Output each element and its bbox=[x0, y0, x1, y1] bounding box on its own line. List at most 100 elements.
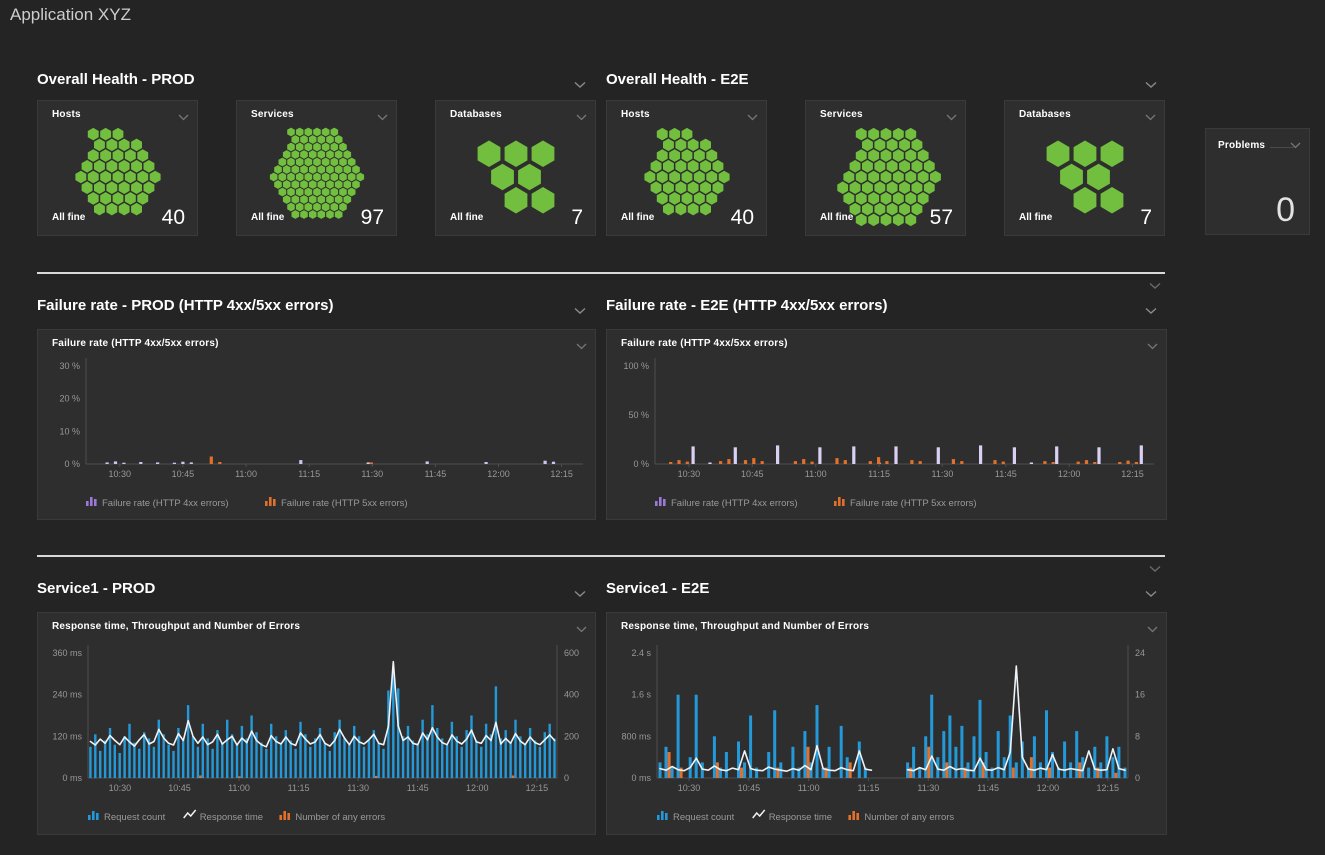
chart-tile-service1-e2e[interactable]: 0 ms800 ms1.6 s2.4 s08162410:3010:4511:0… bbox=[606, 612, 1167, 835]
chevron-down-icon[interactable] bbox=[1149, 560, 1161, 578]
y-axis-label: 240 ms bbox=[52, 690, 82, 700]
legend-item[interactable]: Failure rate (HTTP 5xx errors) bbox=[265, 497, 408, 509]
section-header-service1-e2e: Service1 - E2E bbox=[606, 580, 1167, 602]
chevron-down-icon[interactable] bbox=[946, 108, 957, 126]
series-bars-failure-rate-http-5xx-errors- bbox=[669, 457, 1138, 464]
x-axis-label: 11:30 bbox=[931, 469, 953, 479]
chevron-down-icon[interactable] bbox=[576, 620, 587, 638]
health-tile-services[interactable]: ServicesAll fine57 bbox=[805, 100, 966, 236]
x-axis-label: 10:45 bbox=[168, 783, 191, 793]
chevron-down-icon[interactable] bbox=[747, 108, 758, 126]
x-axis-label: 11:15 bbox=[858, 783, 880, 793]
all-fine-label: All fine bbox=[251, 212, 284, 223]
y-axis-label: 0 % bbox=[633, 459, 649, 469]
tile-count: 57 bbox=[930, 206, 953, 230]
chevron-down-icon[interactable] bbox=[1145, 108, 1156, 126]
y-axis-label: 0 bbox=[564, 773, 569, 783]
x-axis-label: 12:15 bbox=[550, 469, 573, 479]
chevron-down-icon[interactable] bbox=[1147, 620, 1158, 638]
series-bars-failure-rate-http-4xx-errors- bbox=[692, 445, 1143, 464]
chevron-down-icon[interactable] bbox=[574, 302, 586, 320]
chevron-down-icon[interactable] bbox=[576, 337, 587, 355]
tile-title: Databases bbox=[450, 109, 502, 120]
legend-label: Number of any errors bbox=[864, 812, 954, 823]
x-axis-label: 11:15 bbox=[298, 469, 320, 479]
y-axis-label: 8 bbox=[1135, 731, 1140, 741]
chevron-down-icon[interactable] bbox=[1290, 136, 1301, 154]
dashboard: Application XYZ Overall Health - PROD Ov… bbox=[0, 0, 1325, 855]
chart-canvas: 0 %10 %20 %30 %10:3010:4511:0011:1511:30… bbox=[38, 330, 597, 521]
divider bbox=[37, 555, 1165, 557]
y-axis-label: 20 % bbox=[59, 394, 80, 404]
y-axis-label: 0 bbox=[1135, 773, 1140, 783]
all-fine-label: All fine bbox=[1019, 212, 1052, 223]
problems-title: Problems bbox=[1218, 140, 1265, 151]
section-header-overall-health-e2e: Overall Health - E2E bbox=[606, 71, 1167, 93]
chevron-down-icon[interactable] bbox=[1145, 585, 1157, 603]
x-axis-label: 12:00 bbox=[1058, 469, 1081, 479]
legend-label: Number of any errors bbox=[295, 812, 385, 823]
chevron-down-icon[interactable] bbox=[576, 108, 587, 126]
y-axis-label: 0 ms bbox=[62, 773, 82, 783]
chevron-down-icon[interactable] bbox=[574, 76, 586, 94]
tile-title: Hosts bbox=[621, 109, 650, 120]
legend-item[interactable]: Failure rate (HTTP 5xx errors) bbox=[834, 497, 977, 509]
chevron-down-icon[interactable] bbox=[178, 108, 189, 126]
legend-item[interactable]: Response time bbox=[753, 810, 832, 823]
problems-tile[interactable]: Problems 0 bbox=[1205, 128, 1310, 235]
x-axis-label: 11:00 bbox=[228, 783, 250, 793]
chevron-down-icon[interactable] bbox=[1145, 76, 1157, 94]
x-axis-label: 10:45 bbox=[738, 783, 761, 793]
x-axis-label: 11:15 bbox=[288, 783, 310, 793]
tile-count: 7 bbox=[571, 206, 583, 230]
x-axis-label: 10:45 bbox=[172, 469, 195, 479]
chevron-down-icon[interactable] bbox=[1149, 277, 1161, 295]
health-tile-services[interactable]: Services All fine 97 bbox=[236, 100, 397, 236]
section-header-failure-prod: Failure rate - PROD (HTTP 4xx/5xx errors… bbox=[37, 297, 596, 319]
legend-item[interactable]: Failure rate (HTTP 4xx errors) bbox=[655, 497, 798, 509]
legend-item[interactable]: Request count bbox=[657, 811, 735, 823]
tile-count: 97 bbox=[361, 206, 384, 230]
section-title: Failure rate - PROD (HTTP 4xx/5xx errors… bbox=[37, 297, 334, 314]
legend-item[interactable]: Number of any errors bbox=[848, 811, 954, 823]
health-tile-databases[interactable]: DatabasesAll fine7 bbox=[435, 100, 596, 236]
x-axis-label: 10:30 bbox=[109, 469, 132, 479]
legend-label: Request count bbox=[104, 812, 166, 823]
x-axis-label: 11:30 bbox=[347, 783, 369, 793]
chevron-down-icon[interactable] bbox=[574, 585, 586, 603]
chart-canvas: 0 %50 %100 %10:3010:4511:0011:1511:3011:… bbox=[607, 330, 1168, 521]
y-axis-label: 200 bbox=[564, 731, 579, 741]
divider bbox=[37, 272, 1165, 274]
tile-count: 7 bbox=[1140, 206, 1152, 230]
page-title: Application XYZ bbox=[10, 5, 131, 25]
series-bars-failure-rate-http-5xx-errors- bbox=[210, 457, 373, 465]
y-axis-label: 2.4 s bbox=[631, 648, 651, 658]
health-tile-hosts[interactable]: HostsAll fine40 bbox=[37, 100, 198, 236]
section-title: Overall Health - PROD bbox=[37, 71, 195, 88]
y-axis-label: 120 ms bbox=[52, 731, 82, 741]
legend-item[interactable]: Response time bbox=[184, 810, 263, 823]
all-fine-label: All fine bbox=[52, 212, 85, 223]
chevron-down-icon[interactable] bbox=[1145, 302, 1157, 320]
chart-tile-failure-prod[interactable]: 0 %10 %20 %30 %10:3010:4511:0011:1511:30… bbox=[37, 329, 596, 520]
health-tile-hosts[interactable]: HostsAll fine40 bbox=[606, 100, 767, 236]
section-title: Failure rate - E2E (HTTP 4xx/5xx errors) bbox=[606, 297, 888, 314]
legend-item[interactable]: Failure rate (HTTP 4xx errors) bbox=[86, 497, 229, 509]
chevron-down-icon[interactable] bbox=[377, 108, 388, 126]
y-axis-label: 0 % bbox=[64, 459, 80, 469]
chart-title: Response time, Throughput and Number of … bbox=[52, 621, 300, 632]
health-tile-databases[interactable]: DatabasesAll fine7 bbox=[1004, 100, 1165, 236]
legend-item[interactable]: Number of any errors bbox=[279, 811, 385, 823]
x-axis-label: 10:30 bbox=[678, 783, 701, 793]
chart-tile-service1-prod[interactable]: 0 ms120 ms240 ms360 ms020040060010:3010:… bbox=[37, 612, 596, 835]
y-axis-label: 400 bbox=[564, 690, 579, 700]
legend-item[interactable]: Request count bbox=[88, 811, 166, 823]
x-axis-label: 11:45 bbox=[424, 469, 446, 479]
chart-tile-failure-e2e[interactable]: 0 %50 %100 %10:3010:4511:0011:1511:3011:… bbox=[606, 329, 1167, 520]
x-axis-label: 11:45 bbox=[407, 783, 429, 793]
chevron-down-icon[interactable] bbox=[1147, 337, 1158, 355]
series-bars-failure-rate-http-4xx-errors- bbox=[106, 460, 556, 464]
x-axis-label: 12:15 bbox=[1096, 783, 1119, 793]
tile-title: Hosts bbox=[52, 109, 81, 120]
tile-title: Services bbox=[251, 109, 294, 120]
